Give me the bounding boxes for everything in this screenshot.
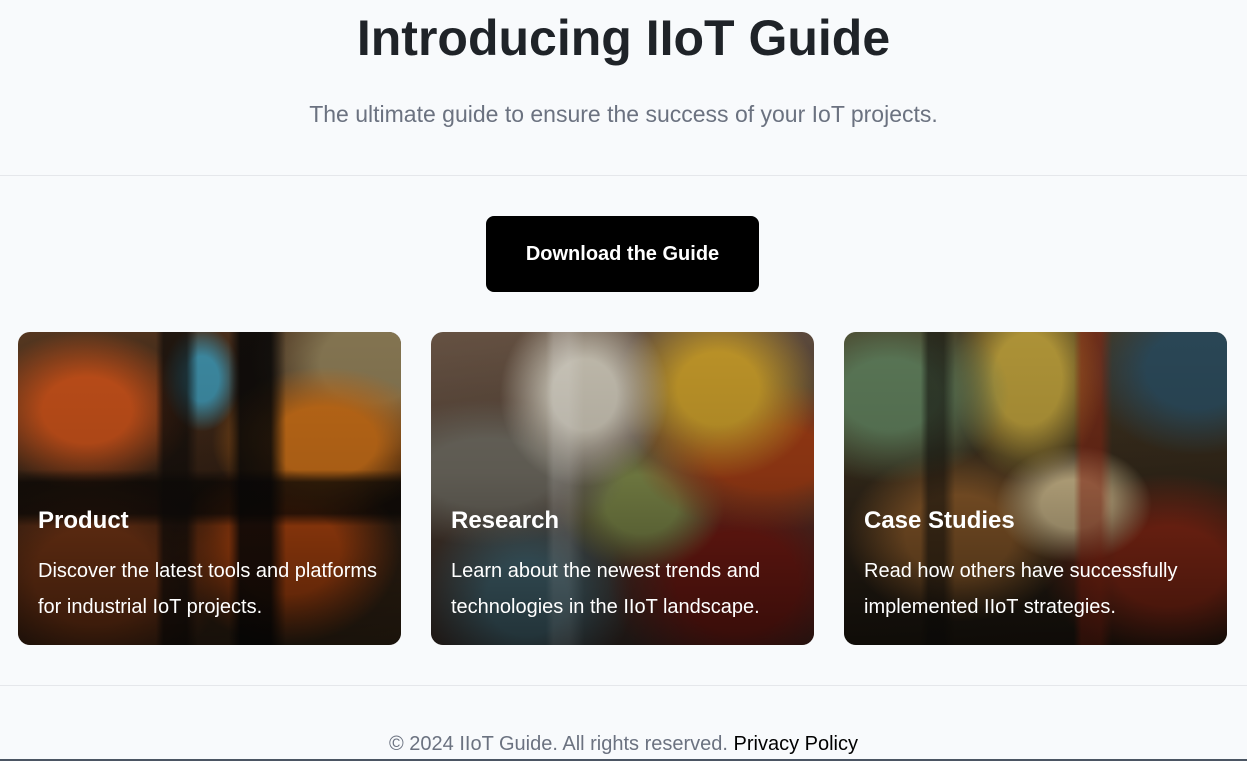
footer-text: © 2024 IIoT Guide. All rights reserved. … — [0, 732, 1247, 756]
footer: © 2024 IIoT Guide. All rights reserved. … — [0, 685, 1247, 761]
page-title: Introducing IIoT Guide — [356, 10, 891, 66]
download-guide-button[interactable]: Download the Guide — [486, 216, 759, 292]
card-description: Learn about the newest trends and techno… — [451, 560, 761, 618]
page-subtitle: The ultimate guide to ensure the success… — [309, 101, 938, 127]
card-title: Product — [38, 507, 129, 534]
card-case-studies[interactable]: Case Studies Read how others have succes… — [844, 332, 1227, 645]
landing-page: Introducing IIoT Guide The ultimate guid… — [0, 0, 1247, 761]
hero-section: Introducing IIoT Guide The ultimate guid… — [0, 0, 1247, 176]
copyright-text: © 2024 IIoT Guide. All rights reserved. — [388, 733, 728, 755]
card-research[interactable]: Research Learn about the newest trends a… — [431, 332, 814, 645]
privacy-policy-link[interactable]: Privacy Policy — [734, 733, 858, 755]
card-title: Research — [451, 507, 560, 534]
card-description: Read how others have successfully implem… — [864, 560, 1178, 618]
card-product[interactable]: Product Discover the latest tools and pl… — [18, 332, 401, 645]
card-title: Case Studies — [864, 507, 1015, 534]
card-description: Discover the latest tools and platforms … — [38, 560, 378, 618]
